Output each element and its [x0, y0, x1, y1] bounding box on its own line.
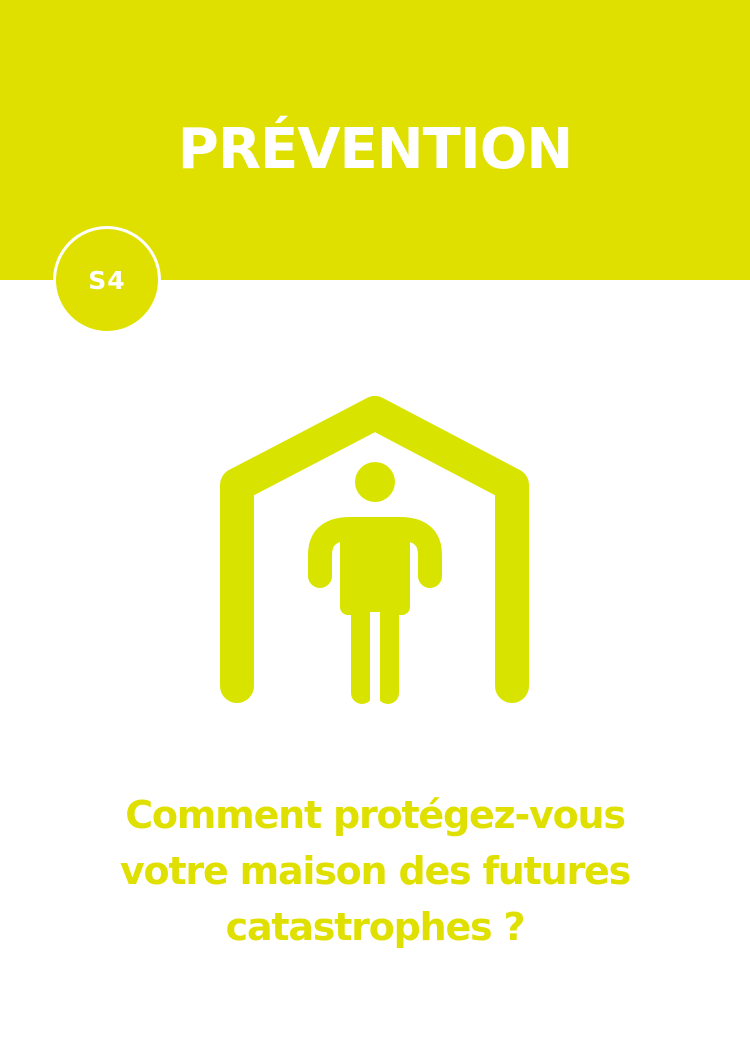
page-title: PRÉVENTION — [177, 117, 573, 182]
person-torso — [340, 518, 410, 615]
section-badge: S4 — [53, 226, 161, 334]
person-leg-gap — [370, 612, 380, 702]
house-person-icon — [220, 396, 529, 704]
question-line-3: catastrophes ? — [225, 905, 526, 949]
question-text: Comment protégez-vous votre maison des f… — [60, 787, 690, 955]
question-line-2: votre maison des futures — [119, 849, 631, 893]
question-line-1: Comment protégez-vous — [125, 793, 626, 837]
person-head — [355, 462, 395, 502]
